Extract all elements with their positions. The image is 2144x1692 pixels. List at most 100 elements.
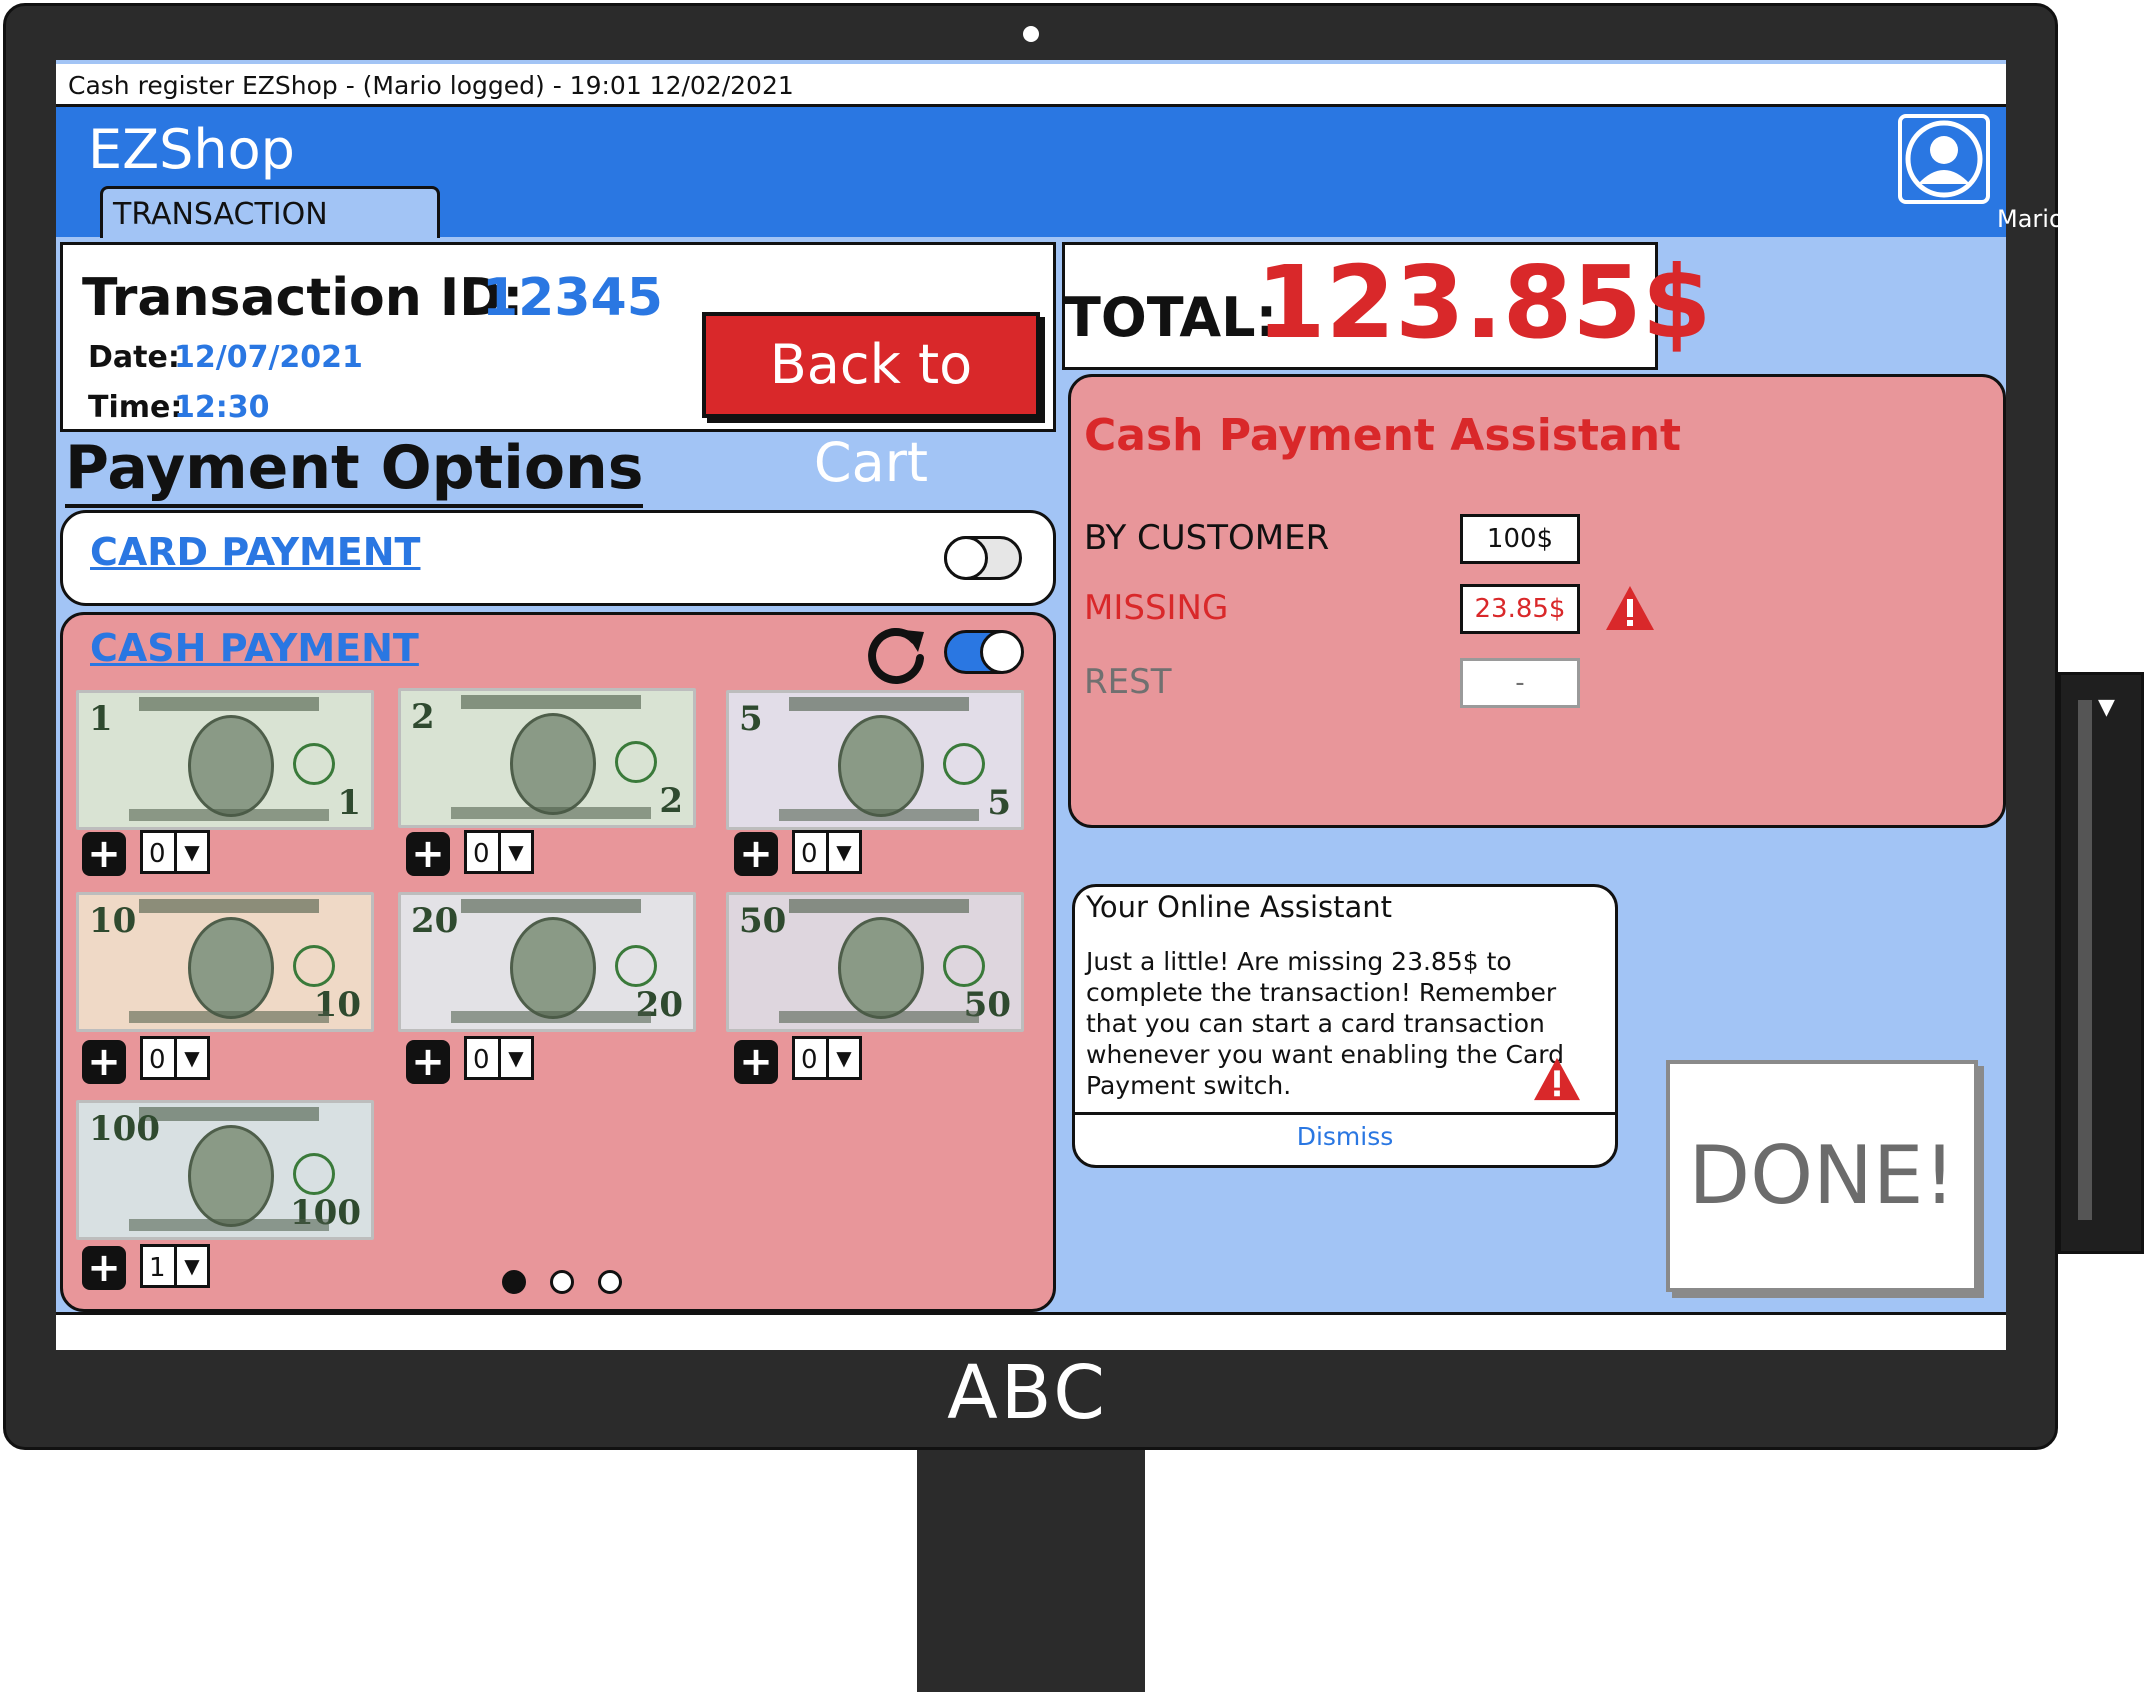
date-label: Date: xyxy=(88,340,180,375)
monitor-brand: ABC xyxy=(947,1350,1108,1436)
tab-prefix: TRANSACTION xyxy=(113,197,328,232)
add-2-dollar-button[interactable]: + xyxy=(406,832,450,876)
add-5-dollar-button[interactable]: + xyxy=(734,832,778,876)
by-customer-label: BY CUSTOMER xyxy=(1084,518,1330,558)
bill-denomination: 2 xyxy=(411,697,435,737)
online-assistant-divider xyxy=(1074,1112,1616,1115)
quantity-2-dollar-select[interactable]: 0 ▼ xyxy=(464,830,534,874)
bill-2-dollar[interactable]: 2 2 xyxy=(398,688,696,828)
user-icon xyxy=(1905,120,1983,198)
add-10-dollar-button[interactable]: + xyxy=(82,1040,126,1084)
date-value: 12/07/2021 xyxy=(174,340,363,375)
bill-portrait xyxy=(510,713,596,815)
chevron-down-icon: ▼ xyxy=(2098,695,2115,720)
refresh-icon[interactable] xyxy=(866,622,928,684)
quantity-1-dollar-select[interactable]: 0 ▼ xyxy=(140,830,210,874)
bill-denomination: 100 xyxy=(89,1109,160,1149)
bill-footer-band xyxy=(779,809,979,821)
warning-icon xyxy=(1604,584,1656,632)
page-dot-2[interactable] xyxy=(550,1270,574,1294)
warning-icon xyxy=(1532,1056,1582,1102)
bill-header-band xyxy=(461,695,641,709)
bill-50-dollar[interactable]: 50 50 xyxy=(726,892,1024,1032)
chevron-down-icon: ▼ xyxy=(826,1039,859,1077)
bill-seal xyxy=(615,741,657,783)
app-title: EZShop xyxy=(88,118,295,181)
chevron-down-icon: ▼ xyxy=(174,1247,207,1285)
bill-portrait xyxy=(188,715,274,817)
monitor-stand xyxy=(917,1450,1145,1692)
quantity-value: 0 xyxy=(801,1045,818,1075)
bill-portrait xyxy=(510,917,596,1019)
rest-value: - xyxy=(1460,658,1580,708)
bill-portrait xyxy=(188,917,274,1019)
bill-20-dollar[interactable]: 20 20 xyxy=(398,892,696,1032)
bill-denomination: 1 xyxy=(89,699,113,739)
add-20-dollar-button[interactable]: + xyxy=(406,1040,450,1084)
bill-seal xyxy=(943,743,985,785)
quantity-value: 1 xyxy=(149,1253,166,1283)
bill-footer-band xyxy=(129,1219,329,1231)
card-payment-toggle-knob xyxy=(944,536,988,580)
transaction-id-value: 12345 xyxy=(482,268,663,328)
bill-portrait xyxy=(838,917,924,1019)
bill-header-band xyxy=(789,899,969,913)
bill-seal xyxy=(293,1153,335,1195)
dismiss-button[interactable]: Dismiss xyxy=(1072,1122,1618,1151)
bill-header-band xyxy=(139,899,319,913)
bill-denomination: 20 xyxy=(411,901,459,941)
bill-5-dollar[interactable]: 5 5 xyxy=(726,690,1024,830)
chevron-down-icon: ▼ xyxy=(174,1039,207,1077)
page-dot-1[interactable] xyxy=(502,1270,526,1294)
missing-label: MISSING xyxy=(1084,588,1229,628)
add-50-dollar-button[interactable]: + xyxy=(734,1040,778,1084)
quantity-value: 0 xyxy=(801,839,818,869)
quantity-5-dollar-select[interactable]: 0 ▼ xyxy=(792,830,862,874)
bill-denomination: 5 xyxy=(987,783,1011,823)
quantity-value: 0 xyxy=(149,839,166,869)
card-reader-slot xyxy=(2078,700,2092,1220)
chevron-down-icon: ▼ xyxy=(498,1039,531,1077)
cash-payment-toggle-knob xyxy=(980,630,1024,674)
bill-denomination: 50 xyxy=(739,901,787,941)
bill-denomination: 2 xyxy=(659,781,683,821)
tab-transaction[interactable]: TRANSACTION #12345 xyxy=(100,186,440,284)
quantity-100-dollar-select[interactable]: 1 ▼ xyxy=(140,1244,210,1288)
card-payment-link[interactable]: CARD PAYMENT xyxy=(90,530,420,574)
cash-payment-link[interactable]: CASH PAYMENT xyxy=(90,626,419,670)
by-customer-value: 100$ xyxy=(1460,514,1580,564)
bill-denomination: 10 xyxy=(89,901,137,941)
transaction-id-label: Transaction ID: xyxy=(82,268,524,328)
bill-1-dollar[interactable]: 1 1 xyxy=(76,690,374,830)
bill-header-band xyxy=(789,697,969,711)
quantity-value: 0 xyxy=(473,839,490,869)
chevron-down-icon: ▼ xyxy=(174,833,207,871)
quantity-value: 0 xyxy=(149,1045,166,1075)
quantity-10-dollar-select[interactable]: 0 ▼ xyxy=(140,1036,210,1080)
quantity-20-dollar-select[interactable]: 0 ▼ xyxy=(464,1036,534,1080)
time-value: 12:30 xyxy=(174,390,270,425)
status-bar xyxy=(56,1312,2006,1350)
total-label: TOTAL: xyxy=(1064,286,1278,349)
window-title: Cash register EZShop - (Mario logged) - … xyxy=(56,64,2006,107)
chevron-down-icon: ▼ xyxy=(826,833,859,871)
bill-footer-band xyxy=(779,1011,979,1023)
bill-denomination: 5 xyxy=(739,699,763,739)
missing-value: 23.85$ xyxy=(1460,584,1580,634)
total-value: 123.85$ xyxy=(1256,244,1712,361)
user-avatar[interactable] xyxy=(1898,114,1990,204)
online-assistant-title: Your Online Assistant xyxy=(1086,890,1393,924)
add-100-dollar-button[interactable]: + xyxy=(82,1246,126,1290)
payment-options-heading: Payment Options xyxy=(65,432,644,508)
add-1-dollar-button[interactable]: + xyxy=(82,832,126,876)
page-dot-3[interactable] xyxy=(598,1270,622,1294)
quantity-50-dollar-select[interactable]: 0 ▼ xyxy=(792,1036,862,1080)
bill-seal xyxy=(615,945,657,987)
card-reader xyxy=(2058,672,2144,1254)
bill-100-dollar[interactable]: 100 100 xyxy=(76,1100,374,1240)
done-button[interactable]: DONE! xyxy=(1666,1060,1978,1292)
bill-header-band xyxy=(461,899,641,913)
bill-10-dollar[interactable]: 10 10 xyxy=(76,892,374,1032)
rest-label: REST xyxy=(1084,662,1172,702)
back-to-cart-button[interactable]: Back to Cart xyxy=(702,312,1040,494)
